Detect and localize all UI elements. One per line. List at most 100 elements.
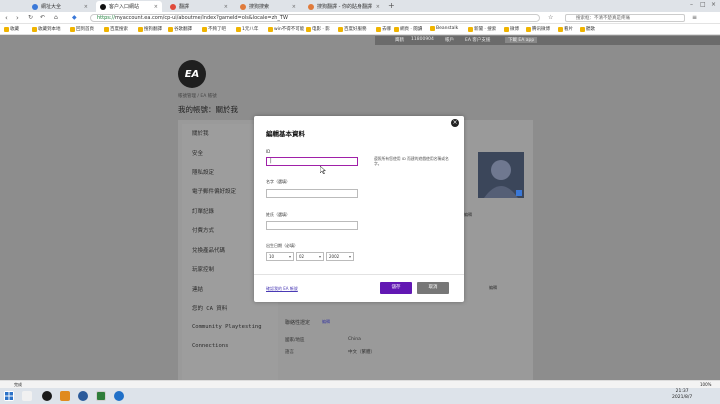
clock[interactable]: 21:37 2021/8/7 xyxy=(672,389,692,401)
browser-tab[interactable]: 網址大全 × xyxy=(28,1,92,12)
bookmark-item[interactable]: 搜狗翻譯 xyxy=(138,26,162,32)
menu-item-data[interactable]: 您的 CA 資料 xyxy=(192,304,227,312)
minimize-icon[interactable]: – xyxy=(690,1,693,8)
verify-account-link[interactable]: 確認我的 EA 帳號 xyxy=(266,286,298,292)
bookmark-item[interactable]: 百度搜索 xyxy=(104,26,128,32)
menu-item-connections[interactable]: Connections xyxy=(192,343,228,349)
close-icon[interactable]: × xyxy=(154,4,158,10)
ea-user-name: 鹰鹤 xyxy=(395,38,404,43)
availability-edit-link[interactable]: 編輯 xyxy=(322,319,330,325)
menu-item-payment[interactable]: 付費方式 xyxy=(192,226,214,234)
close-icon[interactable]: × xyxy=(376,4,380,10)
menu-item-privacy[interactable]: 隱私設定 xyxy=(192,168,214,176)
folder-icon xyxy=(168,26,173,32)
menu-item-about[interactable]: 關於我 xyxy=(192,129,209,137)
status-bar: 完成 100% xyxy=(0,380,720,388)
bookmark-item[interactable]: Beanstalk xyxy=(430,26,458,31)
breadcrumb[interactable]: 帳號管理 / EA 帳號 xyxy=(178,93,217,99)
bookmark-item[interactable]: 1元八年 xyxy=(236,26,258,32)
menu-item-playtesting[interactable]: Community Playtesting xyxy=(192,324,262,330)
ea-logo: EA xyxy=(178,60,206,88)
browser-tab-active[interactable]: 客户入口網站 × xyxy=(96,1,162,12)
menu-item-player-control[interactable]: 玩家控制 xyxy=(192,265,214,273)
dob-month-select[interactable]: 10 xyxy=(266,252,294,261)
home-icon[interactable]: ⌂ xyxy=(54,14,58,22)
ea-download-button[interactable]: 下載 EA app xyxy=(505,37,538,43)
right-edit-link[interactable]: 編輯 xyxy=(464,212,472,218)
bookmark-item[interactable]: 电影 · 影 xyxy=(306,26,330,32)
browser-tab[interactable]: 搜狗搜索 × xyxy=(236,1,300,12)
id-hint: 遵照所有您使用 ID 而建的遊戲使用名稱或名字。 xyxy=(374,156,449,166)
bookmark-item[interactable]: 收藏到本地 xyxy=(32,26,61,32)
browser-taskbar-icon[interactable] xyxy=(96,391,106,401)
ea-nav-account[interactable]: 帳戶 xyxy=(445,37,454,43)
star-icon xyxy=(4,26,9,32)
bookmark-item[interactable]: 腾讯微博 xyxy=(526,26,550,32)
cancel-button[interactable]: 取消 xyxy=(417,282,449,294)
start-icon[interactable] xyxy=(4,391,14,401)
menu-item-email[interactable]: 電子郵件偏好設定 xyxy=(192,187,236,195)
back-icon[interactable]: ‹ xyxy=(5,14,8,22)
close-icon[interactable]: × xyxy=(451,119,459,127)
url-field[interactable]: https://myaccount.ea.com/cp-ui/aboutme/i… xyxy=(90,14,540,22)
forward-icon[interactable]: › xyxy=(16,14,19,22)
cursor-icon xyxy=(320,166,326,174)
bookmark-item[interactable]: win不得不可能 xyxy=(268,26,304,32)
last-name-input[interactable] xyxy=(266,221,358,230)
bookmark-item[interactable]: 百度好服務 xyxy=(338,26,367,32)
folder-icon xyxy=(376,26,381,32)
new-tab-icon[interactable]: + xyxy=(388,1,395,10)
bookmark-item[interactable]: 新聞 · 搜索 xyxy=(468,26,496,32)
file-explorer-icon[interactable] xyxy=(60,391,70,401)
bookmark-item[interactable]: 去哪 xyxy=(376,26,391,32)
undo-icon[interactable]: ↶ xyxy=(40,14,45,22)
dob-day-select[interactable]: 02 xyxy=(296,252,324,261)
id-input[interactable]: | xyxy=(266,157,358,166)
close-icon[interactable]: × xyxy=(84,4,88,10)
menu-item-security[interactable]: 安全 xyxy=(192,149,203,157)
bookmark-item[interactable]: 谷歌翻譯 xyxy=(168,26,192,32)
avatar[interactable] xyxy=(478,152,524,198)
reload-icon[interactable]: ↻ xyxy=(28,14,33,22)
app-icon[interactable] xyxy=(114,391,124,401)
edit-profile-modal: × 編輯基本資料 ID | 遵照所有您使用 ID 而建的遊戲使用名稱或名字。 名… xyxy=(254,116,464,302)
site-icon xyxy=(32,3,38,10)
bookmark-item[interactable]: 收藏 xyxy=(4,26,19,32)
menu-icon[interactable]: ≡ xyxy=(692,14,697,22)
browser-tab[interactable]: 搜狗翻譯 - 你的貼身翻譯 × xyxy=(304,1,384,12)
folder-icon xyxy=(236,26,241,32)
menu-item-redeem[interactable]: 兌換產品代碼 xyxy=(192,246,225,254)
site-icon xyxy=(308,3,314,10)
bookmark-item[interactable]: 微博 xyxy=(504,26,519,32)
search-input[interactable]: 搜索框：不清不楚真是疼痛 xyxy=(565,14,685,22)
maximize-icon[interactable]: □ xyxy=(700,1,706,8)
close-icon[interactable]: × xyxy=(224,4,228,10)
star-icon[interactable]: ☆ xyxy=(548,14,553,22)
close-icon[interactable]: × xyxy=(292,4,296,10)
shield-icon[interactable]: ◆ xyxy=(72,14,77,22)
bookmark-item[interactable]: 不夠了吧 xyxy=(202,26,226,32)
folder-icon xyxy=(202,26,207,32)
edit-link[interactable]: 編輯 xyxy=(489,285,497,291)
search-icon[interactable] xyxy=(22,391,32,401)
first-name-input[interactable] xyxy=(266,189,358,198)
folder-icon xyxy=(268,26,273,32)
folder-icon xyxy=(306,26,311,32)
bookmark-item[interactable]: 聽歌 xyxy=(580,26,595,32)
ea-nav-support[interactable]: EA 客户支援 xyxy=(465,37,490,43)
country-label: 國家/地區 xyxy=(285,338,305,343)
app-icon[interactable] xyxy=(78,391,88,401)
dob-year-select[interactable]: 2002 xyxy=(326,252,354,261)
bookmark-item[interactable]: 回到首頁 xyxy=(70,26,94,32)
save-button[interactable]: 儲存 xyxy=(380,282,412,294)
folder-icon xyxy=(526,26,531,32)
menu-item-links[interactable]: 連結 xyxy=(192,285,203,293)
window-close-icon[interactable]: × xyxy=(711,1,716,8)
zoom-level[interactable]: 100% xyxy=(700,382,711,387)
bookmark-item[interactable]: 網頁 · 閱讀 xyxy=(394,26,422,32)
site-icon xyxy=(240,3,246,10)
menu-item-orders[interactable]: 訂單記錄 xyxy=(192,207,214,215)
bookmark-item[interactable]: 看片 xyxy=(558,26,573,32)
browser-tab[interactable]: 翻譯 × xyxy=(166,1,232,12)
media-player-icon[interactable] xyxy=(42,391,52,401)
